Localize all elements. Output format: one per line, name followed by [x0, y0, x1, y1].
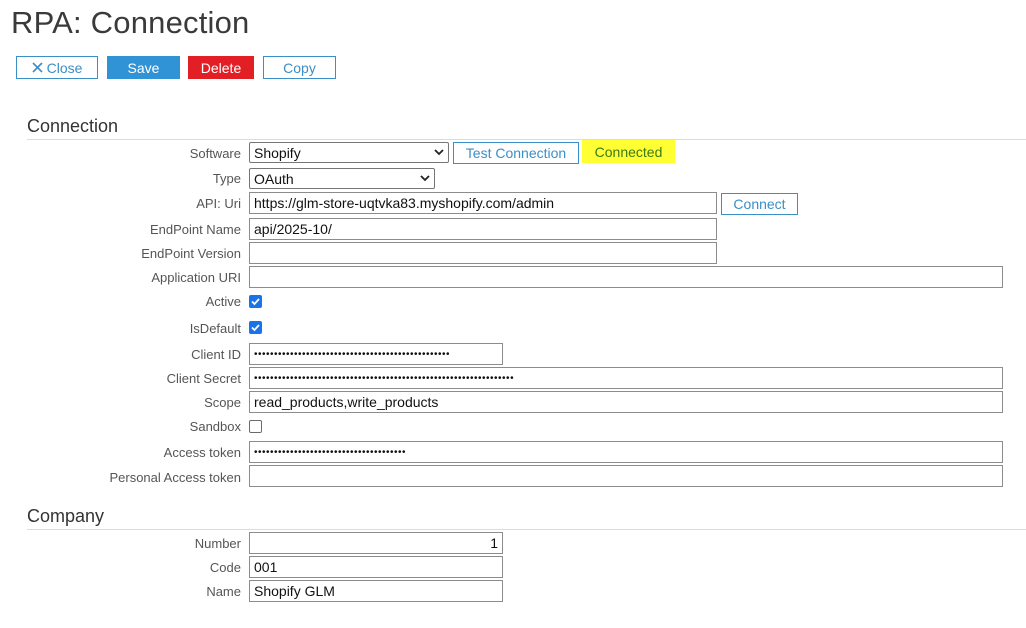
client-secret-label: Client Secret: [166, 371, 241, 386]
endpoint-version-label: EndPoint Version: [141, 246, 241, 261]
software-select-value: Shopify: [254, 144, 301, 161]
page-title: RPA: Connection: [11, 5, 250, 40]
client-id-input[interactable]: ••••••••••••••••••••••••••••••••••••••••…: [249, 343, 503, 365]
api-uri-label: API: Uri: [196, 196, 241, 211]
chevron-down-icon: [420, 175, 430, 182]
sandbox-checkbox[interactable]: [249, 420, 262, 433]
client-secret-input[interactable]: ••••••••••••••••••••••••••••••••••••••••…: [249, 367, 1003, 389]
software-select[interactable]: Shopify: [249, 142, 449, 163]
sandbox-label: Sandbox: [189, 419, 241, 434]
is-default-label: IsDefault: [189, 321, 241, 336]
access-token-input[interactable]: ••••••••••••••••••••••••••••••••••••••: [249, 441, 1003, 463]
delete-button[interactable]: Delete: [188, 56, 254, 79]
connection-section-title: Connection: [27, 116, 119, 136]
number-input[interactable]: 1: [249, 532, 503, 554]
close-icon: [32, 62, 43, 73]
copy-button[interactable]: Copy: [263, 56, 336, 79]
code-input[interactable]: 001: [249, 556, 503, 578]
number-label: Number: [194, 536, 241, 551]
endpoint-version-input[interactable]: [249, 242, 717, 264]
chevron-down-icon: [434, 149, 444, 156]
type-label: Type: [212, 171, 241, 186]
application-uri-input[interactable]: [249, 266, 1003, 288]
client-id-label: Client ID: [191, 347, 241, 362]
code-label: Code: [209, 560, 241, 575]
name-input[interactable]: Shopify GLM: [249, 580, 503, 602]
connection-status-badge: Connected: [582, 140, 675, 163]
connection-divider: [27, 139, 1026, 140]
close-button[interactable]: Close: [16, 56, 98, 79]
company-section-title: Company: [27, 506, 105, 526]
personal-access-token-input[interactable]: [249, 465, 1003, 487]
active-checkbox[interactable]: [249, 295, 262, 308]
endpoint-name-input[interactable]: api/2025-10/: [249, 218, 717, 240]
application-uri-label: Application URI: [151, 270, 241, 285]
endpoint-name-label: EndPoint Name: [149, 222, 241, 237]
name-label: Name: [206, 584, 241, 599]
connect-button[interactable]: Connect: [721, 193, 798, 215]
access-token-label: Access token: [163, 445, 241, 460]
type-select-value: OAuth: [254, 170, 294, 187]
company-divider: [27, 529, 1026, 530]
software-label: Software: [189, 146, 241, 161]
scope-label: Scope: [204, 395, 241, 410]
api-uri-input[interactable]: https://glm-store-uqtvka83.myshopify.com…: [249, 192, 717, 214]
test-connection-button[interactable]: Test Connection: [453, 142, 579, 164]
scope-input[interactable]: read_products,write_products: [249, 391, 1003, 413]
active-label: Active: [205, 294, 241, 309]
save-button[interactable]: Save: [107, 56, 180, 79]
personal-access-token-label: Personal Access token: [109, 470, 241, 485]
type-select[interactable]: OAuth: [249, 168, 435, 189]
close-button-label: Close: [46, 59, 83, 76]
is-default-checkbox[interactable]: [249, 321, 262, 334]
